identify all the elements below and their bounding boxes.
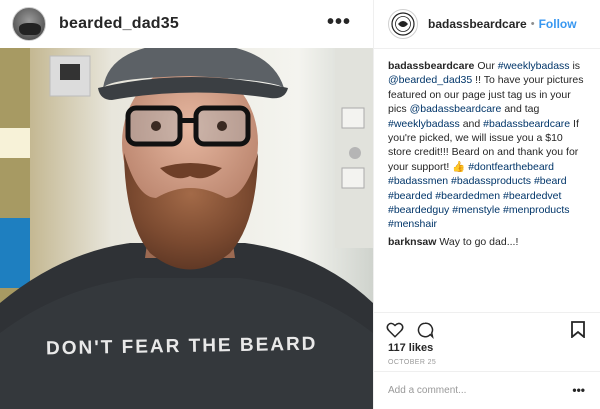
caption-hashtag-link[interactable]: #menproducts <box>503 204 570 216</box>
caption-hashtag-link[interactable]: #weeklybadass <box>388 118 460 130</box>
caption-hashtag-link[interactable]: #weeklybadass <box>498 60 570 72</box>
like-count[interactable]: 117 likes <box>388 342 433 354</box>
caption-hashtag-link[interactable]: @badassbeardcare <box>410 103 502 115</box>
caption-hashtag-link[interactable]: #beardedvet <box>503 190 561 202</box>
post-header: bearded_dad35 ••• <box>0 0 373 48</box>
post-date: OCTOBER 25 <box>388 359 437 366</box>
caption-text-segment: is <box>569 60 581 72</box>
caption-hashtag-link[interactable]: #dontfearthebeard <box>468 161 554 173</box>
caption-hashtag-link[interactable]: #beard <box>534 175 567 187</box>
caption-text: Our #weeklybadass is @bearded_dad35 !! T… <box>388 60 584 230</box>
caption-hashtag-link[interactable]: #badassmen <box>388 175 448 187</box>
account-name[interactable]: badassbeardcare <box>428 17 527 31</box>
comment-input[interactable]: Add a comment... <box>388 385 466 396</box>
comment-more-icon[interactable]: ••• <box>572 383 585 397</box>
comment-input-area: Add a comment... ••• <box>374 371 600 409</box>
caption-text-segment: and <box>459 117 484 130</box>
separator-dot: • <box>530 18 535 30</box>
comment-icon[interactable] <box>416 321 435 344</box>
caption-hashtag-link[interactable]: #menstyle <box>452 204 500 216</box>
comment-username[interactable]: barknsaw <box>388 236 436 248</box>
caption-hashtag-link[interactable]: #beardedmen <box>435 190 500 202</box>
comment-item: barknsaw Way to go dad...! <box>374 232 600 249</box>
sidebar-header: badassbeardcare • Follow <box>374 0 600 49</box>
account-avatar-icon[interactable] <box>388 9 418 39</box>
caption-hashtag-link[interactable]: #bearded <box>388 190 432 202</box>
post-username[interactable]: bearded_dad35 <box>59 15 179 33</box>
comment-text: Way to go dad...! <box>439 235 519 248</box>
post-sidebar: badassbeardcare • Follow badassbeardcare… <box>373 0 600 409</box>
heart-icon[interactable] <box>386 321 404 344</box>
caption-hashtag-link[interactable]: #badassbeardcare <box>483 118 570 130</box>
post-caption: badassbeardcare Our #weeklybadass is @be… <box>374 49 600 232</box>
bookmark-icon[interactable] <box>571 321 585 343</box>
more-options-icon[interactable]: ••• <box>327 11 351 34</box>
caption-hashtag-link[interactable]: #beardedguy <box>388 204 449 216</box>
caption-hashtag-link[interactable]: #menshair <box>388 218 437 230</box>
caption-hashtag-link[interactable]: @bearded_dad35 <box>388 74 472 86</box>
caption-text-segment: Our <box>477 60 498 72</box>
caption-text-segment: and tag <box>501 103 540 116</box>
follow-button[interactable]: Follow <box>539 17 577 31</box>
caption-hashtag-link[interactable]: #badassproducts <box>451 175 531 187</box>
avatar[interactable] <box>12 7 46 41</box>
caption-username[interactable]: badassbeardcare <box>388 60 474 72</box>
post-photo[interactable]: DON'T FEAR THE BEARD <box>0 48 373 409</box>
